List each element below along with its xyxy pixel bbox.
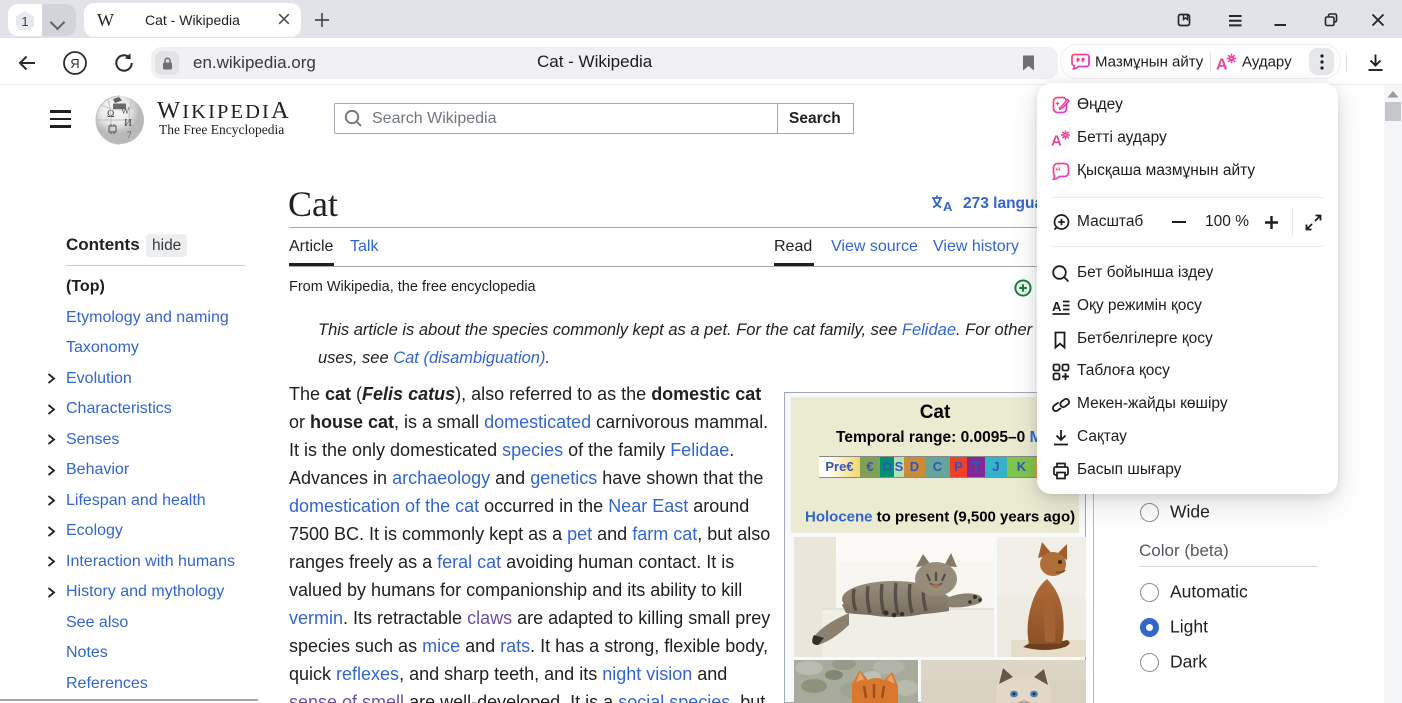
- svg-text:A: A: [1051, 133, 1062, 150]
- svg-text:Ω: Ω: [107, 109, 114, 120]
- svg-text:“: “: [1056, 166, 1062, 178]
- svg-text:W: W: [121, 106, 130, 116]
- svg-text:И: И: [124, 117, 132, 129]
- svg-text:A: A: [943, 199, 953, 213]
- svg-text:A: A: [1052, 299, 1062, 314]
- svg-text:A: A: [1216, 57, 1228, 74]
- svg-text:Я: Я: [70, 56, 79, 71]
- svg-text:7: 7: [127, 130, 132, 140]
